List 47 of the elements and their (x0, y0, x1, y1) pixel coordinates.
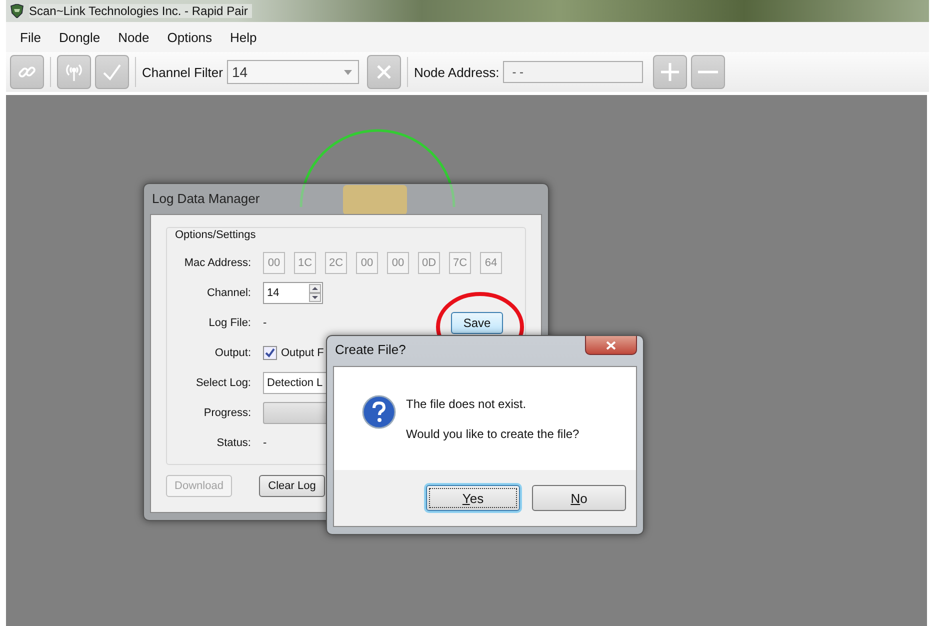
channel-filter-dropdown[interactable]: 14 (226, 60, 359, 84)
minus-icon (698, 70, 718, 74)
menu-item[interactable]: Options (159, 26, 220, 48)
antenna-button[interactable] (57, 55, 91, 89)
log-action-button[interactable]: Clear Log (259, 475, 325, 497)
window-title: Scan~Link Technologies Inc. - Rapid Pair (29, 4, 252, 18)
node-drawing (343, 185, 407, 215)
close-icon (606, 340, 616, 350)
window-title: Log Data Manager (152, 190, 260, 208)
menu-item[interactable]: Help (222, 26, 265, 48)
plus-icon (660, 62, 680, 82)
dialog-title: Create File? (335, 341, 406, 359)
node-address-label: Node Address: (414, 64, 500, 80)
progress-label: Progress: (202, 406, 251, 421)
status-label: Status: (216, 436, 251, 451)
menu-item[interactable]: File (12, 26, 49, 48)
checkbox[interactable] (263, 346, 277, 360)
group-title: Options/Settings (173, 229, 258, 241)
log-file-label: Log File: (208, 316, 251, 331)
channel-filter-label: Channel Filter (142, 64, 223, 80)
dialog-button[interactable]: No (532, 485, 626, 511)
output-label: Output: (214, 346, 251, 361)
caret-icon (344, 70, 352, 74)
channel-spinner[interactable]: 14 (263, 282, 323, 304)
link-button[interactable] (10, 55, 44, 89)
log-file-value: - (263, 316, 267, 331)
spinner-arrows-icon (309, 284, 321, 302)
node-address-field[interactable]: - - (503, 61, 644, 83)
mac-address-label: Mac Address: (183, 256, 251, 271)
status-value: - (263, 436, 267, 451)
clear-filter-button[interactable] (366, 55, 401, 89)
add-button[interactable] (653, 55, 688, 89)
menu-item[interactable]: Node (110, 26, 158, 48)
dialog-button[interactable]: Yes (426, 485, 520, 511)
channel-label: Channel: (206, 286, 251, 301)
shield-icon (10, 4, 24, 18)
close-icon (376, 64, 392, 80)
check-button[interactable] (95, 55, 129, 89)
checkbox-label: Output F (281, 346, 324, 361)
menu-item[interactable]: Dongle (50, 26, 108, 48)
dialog-message: Would you like to create the file? (406, 427, 580, 441)
save-button[interactable]: Save (451, 312, 503, 334)
dialog-message: The file does not exist. (406, 397, 528, 411)
close-button[interactable] (585, 336, 637, 355)
question-icon (362, 395, 396, 429)
remove-button[interactable] (691, 55, 726, 89)
select-log-label: Select Log: (194, 376, 251, 391)
